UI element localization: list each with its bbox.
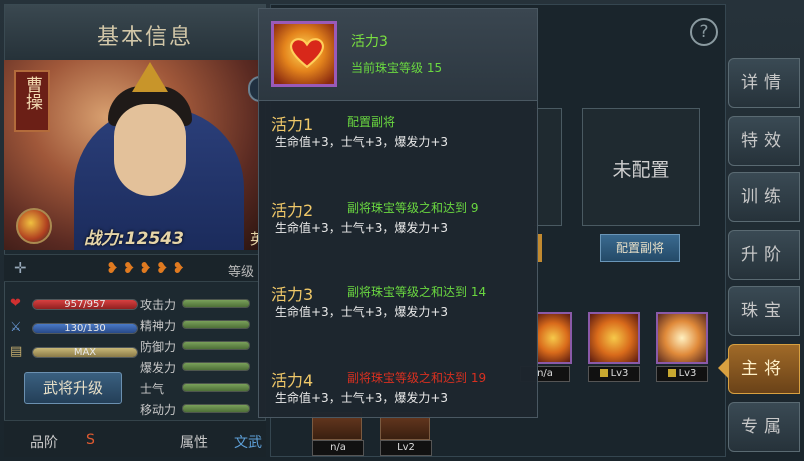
stat-label: 爆发力 bbox=[140, 361, 177, 375]
tab-training[interactable]: 训练 bbox=[728, 172, 800, 222]
unassigned-label: 未配置 bbox=[612, 159, 670, 181]
hero-portrait: 曹操 战力:12543 英 bbox=[4, 60, 260, 250]
crossed-swords-icon: ⚔ bbox=[10, 320, 22, 335]
attribute-value: 文武 bbox=[234, 435, 262, 451]
hp-bar: 957/957 bbox=[32, 299, 138, 310]
bonus-effect: 生命值+3，士气+3，爆发力+3 bbox=[275, 391, 449, 405]
stat-label: 防御力 bbox=[140, 340, 177, 354]
tooltip-header: 活力3 当前珠宝等级 15 bbox=[259, 9, 537, 101]
jewel-tooltip: 活力3 当前珠宝等级 15 活力1 配置副将 生命值+3，士气+3，爆发力+3 … bbox=[258, 8, 538, 418]
deputy-slot[interactable] bbox=[534, 108, 562, 226]
stat-label: 士气 bbox=[140, 382, 165, 396]
tab-exclusive[interactable]: 专属 bbox=[728, 402, 800, 452]
exp-value: MAX bbox=[73, 347, 97, 358]
mp-bar: 130/130 bbox=[32, 323, 138, 334]
heart-jewel-icon bbox=[271, 21, 337, 87]
stat-bar bbox=[182, 383, 250, 392]
panel-header: 基本信息 bbox=[5, 5, 265, 61]
bonus-name: 活力4 bbox=[271, 371, 314, 390]
bonus-effect: 生命值+3，士气+3，爆发力+3 bbox=[275, 135, 449, 149]
stat-label: 精神力 bbox=[140, 319, 177, 333]
level-label: 等级 bbox=[228, 265, 255, 280]
hero-name: 曹操 bbox=[22, 76, 42, 110]
exp-bar: MAX bbox=[32, 347, 138, 358]
hero-face bbox=[114, 104, 186, 196]
heart-jewel-icon[interactable] bbox=[588, 312, 640, 364]
stat-bar bbox=[182, 320, 250, 329]
bonus-entry: 活力2 副将珠宝等级之和达到 9 生命值+3，士气+3，爆发力+3 bbox=[271, 197, 531, 277]
mp-value: 130/130 bbox=[64, 323, 106, 334]
bonus-entry: 活力3 副将珠宝等级之和达到 14 生命值+3，士气+3，爆发力+3 bbox=[271, 281, 531, 361]
attribute-label: 属性 bbox=[180, 435, 208, 451]
jewel-slot[interactable] bbox=[536, 312, 572, 364]
jewel-level: Lv3 bbox=[656, 366, 708, 382]
element-orb-icon[interactable] bbox=[16, 208, 52, 244]
jewel-level: Lv3 bbox=[588, 366, 640, 382]
game-screen: 基本信息 曹操 战力:12543 英 ✛ ❥❥❥❥❥ 等级 ❤ 957/957 … bbox=[0, 0, 804, 461]
hero-meta-bar: 品阶 S 属性 文武 bbox=[4, 420, 266, 457]
stat-bar bbox=[182, 404, 250, 413]
tooltip-subtitle: 当前珠宝等级 15 bbox=[351, 61, 443, 75]
active-tab-arrow-icon bbox=[716, 358, 728, 378]
book-icon: ▤ bbox=[10, 344, 23, 359]
grade-label: 品阶 bbox=[30, 435, 58, 451]
bonus-effect: 生命值+3，士气+3，爆发力+3 bbox=[275, 305, 449, 319]
deputy-slot-empty[interactable]: 未配置 bbox=[582, 108, 700, 226]
bonus-condition: 副将珠宝等级之和达到 9 bbox=[347, 201, 479, 215]
stat-label: 移动力 bbox=[140, 403, 177, 417]
heart-icon: ❤ bbox=[10, 296, 21, 311]
bonus-effect: 生命值+3，士气+3，爆发力+3 bbox=[275, 221, 449, 235]
tab-details[interactable]: 详情 bbox=[728, 58, 800, 108]
bonus-condition: 配置副将 bbox=[347, 115, 396, 129]
heart-icon bbox=[290, 38, 324, 68]
crown-icon bbox=[132, 62, 168, 92]
tab-jewels[interactable]: 珠宝 bbox=[728, 286, 800, 336]
stat-bar bbox=[182, 341, 250, 350]
rank-row: ✛ ❥❥❥❥❥ 等级 bbox=[4, 254, 260, 282]
bonus-name: 活力1 bbox=[271, 115, 314, 134]
compass-icon[interactable]: ✛ bbox=[14, 259, 36, 279]
hero-name-plate: 曹操 bbox=[14, 70, 50, 132]
bonus-entry: 活力4 副将珠宝等级之和达到 19 生命值+3，士气+3，爆发力+3 bbox=[271, 367, 531, 447]
panel-title: 基本信息 bbox=[97, 25, 194, 50]
help-icon[interactable]: ? bbox=[690, 18, 718, 46]
tooltip-title: 活力3 bbox=[351, 34, 388, 50]
bonus-name: 活力2 bbox=[271, 201, 314, 220]
tab-main-general[interactable]: 主将 bbox=[728, 344, 800, 394]
stat-bar bbox=[182, 362, 250, 371]
stat-bar bbox=[182, 299, 250, 308]
bonus-entry: 活力1 配置副将 生命值+3，士气+3，爆发力+3 bbox=[271, 111, 531, 191]
assign-deputy-button[interactable]: 配置副将 bbox=[600, 234, 680, 262]
combat-power: 战力:12543 bbox=[84, 229, 184, 249]
stat-label: 攻击力 bbox=[140, 298, 177, 312]
bonus-condition: 副将珠宝等级之和达到 14 bbox=[347, 285, 487, 299]
bonus-name: 活力3 bbox=[271, 285, 314, 304]
tab-rank-up[interactable]: 升阶 bbox=[728, 230, 800, 280]
fist-jewel-icon[interactable] bbox=[656, 312, 708, 364]
tab-effects[interactable]: 特效 bbox=[728, 116, 800, 166]
rank-pips-icon: ❥❥❥❥❥ bbox=[106, 259, 189, 277]
hp-value: 957/957 bbox=[64, 299, 106, 310]
grade-value: S bbox=[86, 432, 95, 448]
hero-upgrade-button[interactable]: 武将升级 bbox=[24, 372, 122, 404]
bonus-condition-locked: 副将珠宝等级之和达到 19 bbox=[347, 371, 487, 385]
